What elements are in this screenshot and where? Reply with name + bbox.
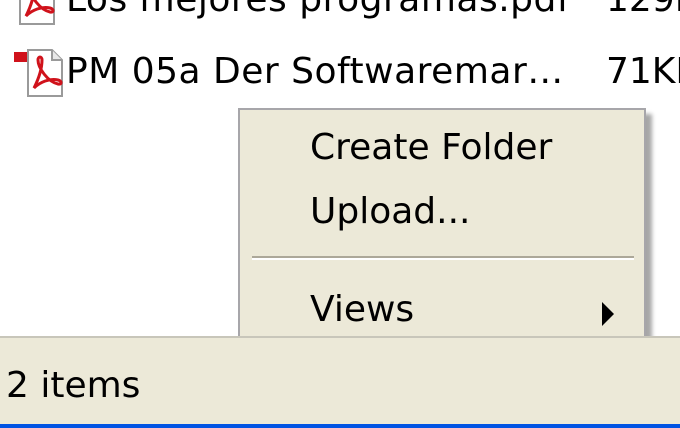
- menu-item-label: Create Folder: [310, 127, 553, 168]
- status-bar: 2 items: [0, 336, 680, 428]
- submenu-arrow-icon: [602, 302, 614, 326]
- file-size: 71KB: [606, 51, 680, 92]
- file-name: Los mejores programas.pdf: [66, 0, 570, 22]
- item-count: 2 items: [6, 365, 141, 406]
- file-size: 129K: [606, 0, 680, 22]
- file-row[interactable]: PM 05a Der Softwaremar… 71KB: [0, 42, 680, 106]
- pdf-file-icon: [14, 0, 58, 26]
- menu-item-create-folder[interactable]: Create Folder: [240, 118, 644, 178]
- menu-item-upload[interactable]: Upload...: [240, 182, 644, 242]
- pdf-file-icon: [14, 48, 63, 98]
- menu-separator: [252, 256, 634, 260]
- file-name: PM 05a Der Softwaremar…: [66, 51, 564, 92]
- file-row[interactable]: Los mejores programas.pdf 129K: [0, 0, 680, 34]
- context-menu: Create Folder Upload... Views: [238, 108, 646, 344]
- menu-item-label: Views: [310, 289, 415, 330]
- menu-item-label: Upload...: [310, 191, 471, 232]
- window-bottom-border: [0, 424, 680, 428]
- menu-item-views[interactable]: Views: [240, 280, 644, 340]
